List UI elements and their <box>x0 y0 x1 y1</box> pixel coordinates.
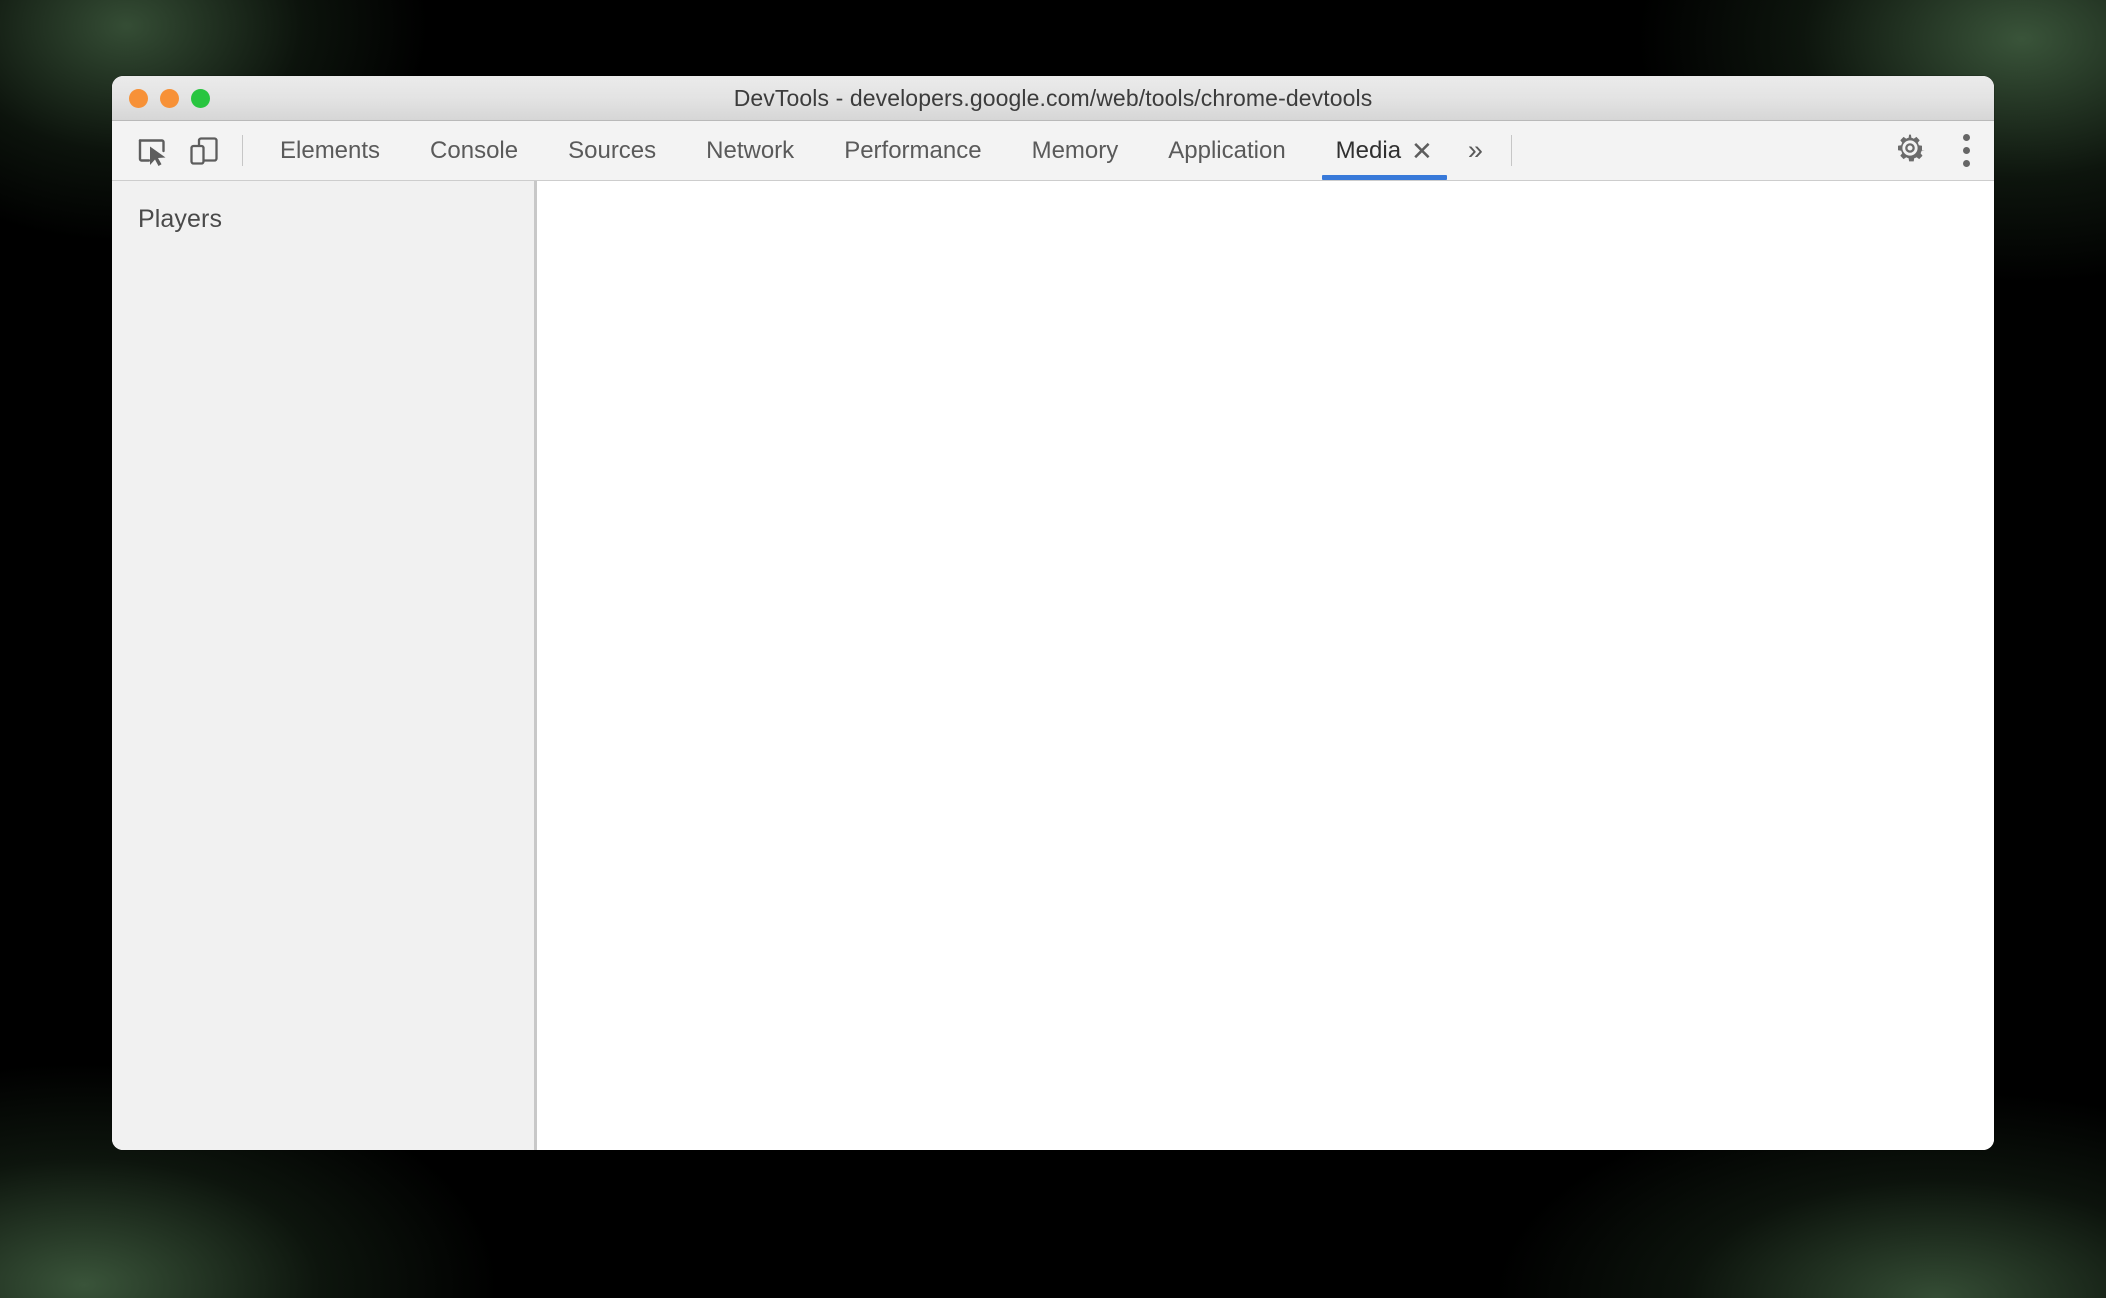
gear-icon <box>1895 133 1925 168</box>
inspect-element-button[interactable] <box>126 121 178 180</box>
players-heading: Players <box>138 205 223 233</box>
minimize-button[interactable] <box>160 89 179 108</box>
chevron-double-right-icon: » <box>1467 135 1483 165</box>
tab-label: Performance <box>844 136 982 164</box>
window-title: DevTools - developers.google.com/web/too… <box>733 84 1373 111</box>
player-detail-pane[interactable] <box>537 181 1994 1150</box>
window-controls <box>129 76 210 121</box>
device-toolbar-icon <box>188 135 220 167</box>
tab-sources[interactable]: Sources <box>543 121 681 180</box>
more-tabs-button[interactable]: » <box>1458 121 1499 180</box>
tab-label: Sources <box>568 136 657 164</box>
panel-tabs: Elements Console Sources Network Perform… <box>255 121 1458 180</box>
device-toolbar-button[interactable] <box>178 121 230 180</box>
tab-label: Media <box>1335 136 1402 164</box>
players-sidebar[interactable]: Players <box>112 181 537 1150</box>
tab-memory[interactable]: Memory <box>1007 121 1144 180</box>
tab-network[interactable]: Network <box>681 121 819 180</box>
tab-media[interactable]: Media ✕ <box>1311 121 1458 180</box>
tab-application[interactable]: Application <box>1143 121 1310 180</box>
media-panel: Players <box>112 181 1994 1150</box>
tabbar-divider <box>1510 135 1512 166</box>
tab-performance[interactable]: Performance <box>819 121 1006 180</box>
close-icon[interactable]: ✕ <box>1411 138 1433 164</box>
tab-active-underline <box>1321 175 1447 180</box>
tabbar-actions <box>1882 121 1994 180</box>
maximize-button[interactable] <box>191 89 210 108</box>
tab-label: Elements <box>280 136 381 164</box>
more-options-button[interactable] <box>1938 121 1994 180</box>
close-button[interactable] <box>129 89 148 108</box>
settings-button[interactable] <box>1882 121 1938 180</box>
tab-label: Console <box>430 136 519 164</box>
devtools-tabbar: Elements Console Sources Network Perform… <box>112 121 1994 181</box>
tab-label: Application <box>1168 136 1286 164</box>
tab-console[interactable]: Console <box>405 121 543 180</box>
tab-label: Network <box>706 136 795 164</box>
devtools-window: DevTools - developers.google.com/web/too… <box>112 76 1994 1150</box>
more-vertical-icon <box>1962 134 1970 167</box>
window-titlebar: DevTools - developers.google.com/web/too… <box>112 76 1994 121</box>
toolbar-divider <box>242 135 243 166</box>
tab-label: Memory <box>1031 136 1119 164</box>
tab-elements[interactable]: Elements <box>255 121 405 180</box>
inspect-element-icon <box>136 135 168 167</box>
